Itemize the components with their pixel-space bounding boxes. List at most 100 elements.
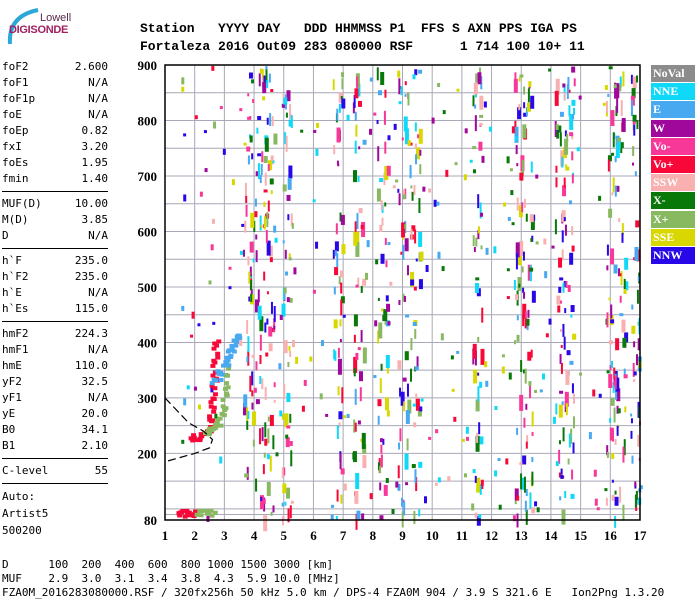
echo-mark [552,416,556,424]
echo-mark [319,393,323,400]
echo-mark [465,426,469,434]
echo-mark [335,223,338,235]
echo-mark [260,496,263,501]
echo-mark [477,372,480,376]
echo-mark [447,476,451,482]
echo-mark [474,104,477,109]
echo-mark [514,340,517,345]
echo-mark [246,146,251,152]
echo-mark [480,348,485,365]
echo-mark [506,296,510,300]
echo-mark [556,131,560,139]
echo-mark [219,106,223,110]
echo-mark [516,163,519,167]
echo-mark [414,143,417,149]
echo-mark [271,116,274,127]
echo-mark [572,416,575,429]
echo-mark [253,387,257,393]
echo-mark [262,96,266,101]
echo-mark [266,80,269,89]
echo-mark [398,78,401,95]
echo-mark [286,393,291,403]
echo-mark [519,74,524,78]
echo-mark [380,444,383,454]
echo-mark [374,320,378,327]
echo-mark [619,486,622,503]
echo-mark [531,471,534,486]
echo-mark [418,461,423,468]
echo-mark [330,514,334,520]
echo-mark [257,116,262,121]
echo-mark [474,475,477,483]
echo-mark [341,387,344,404]
echo-mark [272,160,275,164]
echo-mark [377,146,380,162]
echo-mark [257,163,260,180]
echo-mark [265,229,268,243]
echo-mark [636,120,639,130]
echo-mark [573,393,576,404]
echo-mark [479,436,484,445]
echo-mark [609,417,612,423]
echo-mark [251,79,255,84]
echo-mark [436,201,440,206]
echo-mark [415,154,418,165]
echo-mark [608,208,613,218]
echo-mark [560,474,564,479]
echo-mark [560,344,563,348]
echo-mark [283,383,286,399]
echo-mark [243,394,248,408]
echo-mark [259,354,262,364]
echo-mark [456,88,460,92]
echo-mark [203,130,207,134]
x-tick-label: 15 [574,528,588,543]
echo-mark [514,136,518,142]
echo-mark [356,76,359,89]
echo-mark [264,438,268,446]
echo-mark [525,488,528,496]
echo-mark [423,496,427,504]
echo-mark [632,146,635,157]
echo-mark [259,68,263,74]
echo-mark [544,271,548,279]
echo-mark [604,488,608,492]
echo-mark [285,112,288,118]
echo-mark [239,108,243,112]
x-tick-label: 5 [281,528,288,543]
echo-mark [442,110,446,115]
echo-mark [360,330,363,343]
echo-mark [471,503,475,511]
echo-mark [609,427,614,441]
echo-mark [272,505,275,513]
echo-mark [398,442,401,450]
echo-mark [341,72,345,78]
echo-mark [197,323,201,327]
echo-mark [611,494,615,501]
echo-mark [572,333,577,340]
echo-mark [343,483,347,491]
echo-mark [524,500,527,512]
echo-mark [572,442,575,454]
echo-mark [568,200,572,205]
trace-point [212,392,218,397]
echo-mark [571,226,574,236]
echo-mark [610,248,615,265]
echo-mark [361,432,366,449]
echo-mark [485,247,489,255]
echo-mark [607,93,610,97]
echo-mark [284,413,289,428]
echo-mark [484,361,488,368]
echo-mark [418,279,423,290]
echo-mark [631,162,634,166]
echo-mark [243,142,247,146]
trace-point [198,513,204,518]
echo-mark [300,129,304,133]
echo-mark [292,340,296,348]
echo-mark [565,166,570,171]
echo-mark [633,379,636,383]
x-tick-label: 10 [426,528,439,543]
trace-point [218,370,224,375]
echo-mark [337,347,340,358]
echo-mark [623,288,627,294]
echo-mark [558,404,563,418]
